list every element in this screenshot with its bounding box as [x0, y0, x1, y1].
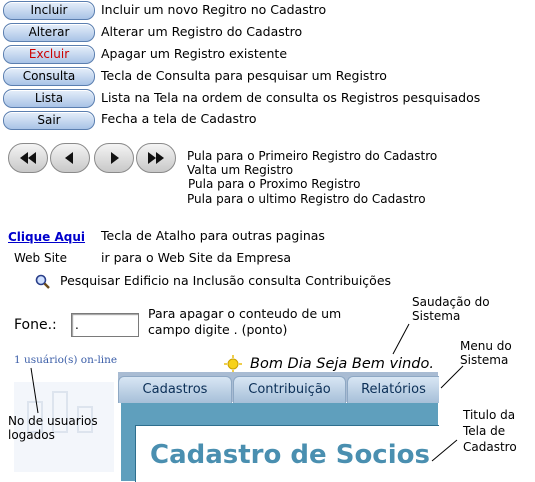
- annotation-menu-2: Sistema: [460, 353, 509, 367]
- annotation-titulo-2: Tela de: [463, 424, 506, 438]
- clique-aqui-description: Tecla de Atalho para outras paginas: [101, 228, 325, 243]
- first-record-button[interactable]: [8, 143, 48, 173]
- double-right-arrow-icon: [148, 152, 164, 164]
- annotation-menu-1: Menu do: [460, 339, 512, 353]
- annotation-titulo-1: Titulo da: [463, 408, 516, 422]
- annotation-usuarios-1: No de usuarios: [8, 414, 98, 428]
- lista-button[interactable]: Lista: [3, 89, 95, 108]
- tab-contribuicao[interactable]: Contribuição: [233, 376, 346, 403]
- annotation-saudacao-2: Sistema: [412, 309, 461, 323]
- excluir-description: Apagar um Registro existente: [101, 46, 288, 61]
- left-arrow-icon: [65, 152, 73, 164]
- consulta-description: Tecla de Consulta para pesquisar um Regi…: [101, 68, 387, 83]
- previous-record-button[interactable]: [50, 143, 90, 173]
- annotation-usuarios-2: logados: [8, 428, 55, 442]
- website-description: ir para o Web Site da Empresa: [101, 250, 292, 265]
- previous-record-description: Valta um Registro: [187, 163, 294, 177]
- fone-help-line2: campo digite . (ponto): [148, 322, 288, 337]
- lista-description: Lista na Tela na ordem de consulta os Re…: [101, 90, 481, 105]
- incluir-button[interactable]: Incluir: [3, 1, 95, 20]
- saudacao-pointer-line: [392, 323, 410, 355]
- excluir-button[interactable]: Excluir: [3, 45, 95, 64]
- incluir-description: Incluir um novo Regitro no Cadastro: [101, 2, 327, 17]
- next-record-button[interactable]: [94, 143, 134, 173]
- menu-pointer-line: [440, 365, 464, 389]
- alterar-description: Alterar um Registro do Cadastro: [101, 24, 303, 39]
- alterar-button[interactable]: Alterar: [3, 23, 95, 42]
- page-title: Cadastro de Socios: [150, 440, 430, 470]
- search-description: Pesquisar Edificio na Inclusão consulta …: [60, 273, 392, 288]
- greeting-text: Bom Dia Seja Bem vindo.: [250, 356, 434, 372]
- sun-icon: [224, 355, 242, 373]
- consulta-button[interactable]: Consulta: [3, 67, 95, 86]
- tab-relatorios[interactable]: Relatórios: [347, 376, 439, 403]
- last-record-button[interactable]: [136, 143, 176, 173]
- users-online-count: 1 usuário(s) on-line: [14, 354, 118, 366]
- fone-label: Fone.:: [14, 317, 57, 333]
- double-left-arrow-icon: [20, 152, 36, 164]
- magnifier-icon[interactable]: [35, 274, 51, 294]
- sair-description: Fecha a tela de Cadastro: [101, 111, 257, 126]
- annotation-saudacao-1: Saudação do: [412, 295, 490, 309]
- fone-input[interactable]: [71, 313, 139, 337]
- sair-button[interactable]: Sair: [3, 111, 95, 130]
- first-record-description: Pula para o Primeiro Registro do Cadastr…: [187, 149, 438, 163]
- clique-aqui-link[interactable]: Clique Aqui: [8, 230, 85, 244]
- right-arrow-icon: [111, 152, 119, 164]
- fone-help-line1: Para apagar o conteudo de um: [148, 306, 342, 321]
- website-label[interactable]: Web Site: [14, 251, 67, 265]
- tab-cadastros[interactable]: Cadastros: [118, 376, 232, 403]
- last-record-description: Pula para o ultimo Registro do Cadastro: [187, 192, 426, 206]
- next-record-description: Pula para o Proximo Registro: [188, 177, 361, 191]
- annotation-titulo-3: Cadastro: [463, 440, 517, 454]
